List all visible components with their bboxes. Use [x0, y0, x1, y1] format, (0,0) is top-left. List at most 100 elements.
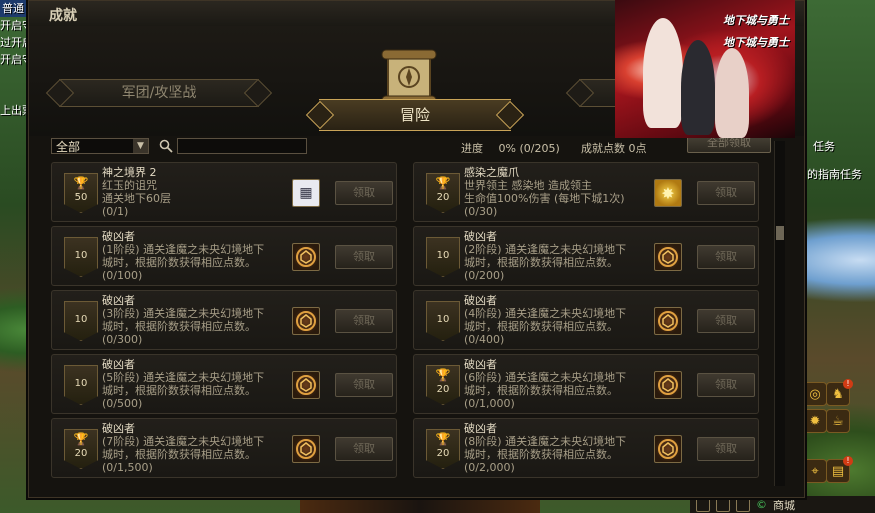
achievement-progress-count: (0/500) [102, 397, 143, 410]
points-badge: 10 [64, 365, 98, 405]
badge-points: 20 [436, 448, 450, 459]
achievement-description: 世界领主 感染地 造成领主 生命值100%伤害 (每地下城1次) [464, 179, 625, 205]
seal-item-icon[interactable] [654, 307, 682, 335]
badge-points: 10 [74, 250, 88, 261]
banner-character-figure [643, 18, 683, 128]
scroll-emblem-icon [381, 49, 437, 106]
achievement-description: (7阶段) 通关逢魔之未央幻境地下 城时，根据阶数获得相应点数。 [102, 435, 265, 461]
filter-row: 全部 ▼ 进度 0% (0/205) 成就点数 0点 全部领取 [51, 133, 794, 156]
badge-points: 10 [74, 314, 88, 325]
claim-button[interactable]: 领取 [697, 437, 755, 461]
badge-points: 10 [74, 378, 88, 389]
achievement-title: 破凶者 [464, 358, 497, 371]
achievement-description: (5阶段) 通关逢魔之未央幻境地下 城时，根据阶数获得相应点数。 [102, 371, 265, 397]
achievement-text: 破凶者 (1阶段) 通关逢魔之未央幻境地下 城时，根据阶数获得相应点数。 (0/10… [102, 230, 302, 282]
achievement-progress-count: (0/100) [102, 269, 143, 282]
menu-bag-icon[interactable] [736, 497, 750, 512]
achievement-title: 破凶者 [102, 422, 135, 435]
achievement-progress-count: (0/1) [102, 205, 129, 218]
achievement-progress-count: (0/400) [464, 333, 505, 346]
achievement-card: 10 破凶者 (3阶段) 通关逢魔之未央幻境地下 城时，根据阶数获得相应点数。 (0/… [51, 290, 397, 350]
banner-logo-secondary: 地下城与勇士 [723, 36, 789, 49]
achievement-text: 神之境界 2 红玉的诅咒 通关地下60层 (0/1) [102, 166, 302, 218]
achievement-card: 10 破凶者 (5阶段) 通关逢魔之未央幻境地下 城时，根据阶数获得相应点数。 (0/… [51, 354, 397, 414]
chevron-down-icon[interactable]: ▼ [133, 139, 148, 153]
achievement-description: (1阶段) 通关逢魔之未央幻境地下 城时，根据阶数获得相应点数。 [102, 243, 265, 269]
chat-channel-label[interactable]: 普通 [0, 0, 26, 17]
claim-button[interactable]: 领取 [697, 181, 755, 205]
card-item-icon[interactable]: ▦ [292, 179, 320, 207]
tab-legion-siege[interactable]: 军团/攻坚战 [59, 79, 259, 107]
cup-icon[interactable]: ☕ [826, 409, 850, 433]
skill-hotbar[interactable] [300, 496, 540, 513]
achievement-title: 破凶者 [464, 294, 497, 307]
badge-points: 20 [436, 384, 450, 395]
claim-button[interactable]: 领取 [697, 245, 755, 269]
trophy-icon: 🏆 [73, 176, 89, 190]
mall-label[interactable]: 商城 [773, 497, 795, 513]
achievement-title: 破凶者 [464, 422, 497, 435]
achievement-text: 破凶者 (6阶段) 通关逢魔之未央幻境地下 城时，根据阶数获得相应点数。 (0/1,… [464, 358, 664, 410]
trophy-icon: 🏆 [73, 432, 89, 446]
category-filter-value: 全部 [56, 140, 81, 154]
quest-book-icon[interactable]: ▤! [826, 456, 853, 483]
badge-points: 10 [436, 314, 450, 325]
menu-grid-icon[interactable] [696, 497, 710, 512]
menu-list-icon[interactable] [716, 497, 730, 512]
achievement-list: 🏆 50 神之境界 2 红玉的诅咒 通关地下60层 (0/1) ▦ 领取 🏆 20 感染之魔爪 世界… [51, 159, 767, 481]
map-pin-icon[interactable]: ⌖ [803, 459, 827, 483]
badge-points: 10 [436, 250, 450, 261]
points-badge: 10 [426, 301, 460, 341]
points-badge: 10 [64, 237, 98, 277]
badge-points: 20 [74, 448, 88, 459]
achievement-description: (8阶段) 通关逢魔之未央幻境地下 城时，根据阶数获得相应点数。 [464, 435, 627, 461]
search-input[interactable] [177, 138, 307, 154]
claim-button[interactable]: 领取 [697, 309, 755, 333]
category-filter-select[interactable]: 全部 ▼ [51, 138, 149, 154]
points-label: 成就点数 [581, 142, 625, 155]
seal-item-icon[interactable] [654, 435, 682, 463]
gold-item-icon[interactable]: ✸ [654, 179, 682, 207]
claim-button[interactable]: 领取 [697, 373, 755, 397]
progress-value: 0% (0/205) [498, 142, 560, 155]
seal-item-icon[interactable] [292, 371, 320, 399]
quest-tracker-line[interactable]: 任务 [805, 136, 875, 158]
claim-button[interactable]: 领取 [335, 181, 393, 205]
points-badge: 🏆 20 [426, 365, 460, 405]
achievement-text: 破凶者 (3阶段) 通关逢魔之未央幻境地下 城时，根据阶数获得相应点数。 (0/30… [102, 294, 302, 346]
claim-button[interactable]: 领取 [335, 309, 393, 333]
seal-item-icon[interactable] [292, 307, 320, 335]
progress-indicator: 进度 0% (0/205) [461, 140, 560, 156]
promo-banner[interactable]: 地下城与勇士 地下城与勇士 [615, 0, 795, 138]
tab-label: 军团/攻坚战 [121, 85, 197, 101]
achievement-card: 🏆 50 神之境界 2 红玉的诅咒 通关地下60层 (0/1) ▦ 领取 [51, 162, 397, 222]
achievement-title: 破凶者 [102, 230, 135, 243]
achievement-text: 破凶者 (7阶段) 通关逢魔之未央幻境地下 城时，根据阶数获得相应点数。 (0/1,… [102, 422, 302, 474]
tab-label: 冒险 [399, 106, 430, 124]
quest-tracker-line[interactable]: 的指南任务 [805, 164, 875, 186]
banner-character-figure [681, 40, 715, 135]
gear-settings-icon[interactable]: ✹ [803, 409, 827, 433]
mall-icon[interactable]: © [756, 498, 767, 511]
seal-item-icon[interactable] [654, 243, 682, 271]
achievement-progress-count: (0/200) [464, 269, 505, 282]
seal-item-icon[interactable] [292, 243, 320, 271]
search-icon[interactable] [159, 139, 173, 153]
coin-shop-icon[interactable]: ◎ [803, 382, 827, 406]
achievement-text: 破凶者 (4阶段) 通关逢魔之未央幻境地下 城时，根据阶数获得相应点数。 (0/40… [464, 294, 664, 346]
achievement-description: 红玉的诅咒 通关地下60层 [102, 179, 171, 205]
claim-button[interactable]: 领取 [335, 437, 393, 461]
seal-item-icon[interactable] [654, 371, 682, 399]
list-scrollbar[interactable] [774, 141, 785, 486]
points-badge: 🏆 20 [64, 429, 98, 469]
claim-button[interactable]: 领取 [335, 245, 393, 269]
points-badge: 🏆 20 [426, 429, 460, 469]
seal-item-icon[interactable] [292, 435, 320, 463]
window-title: 成就 [49, 8, 77, 24]
achievement-description: (3阶段) 通关逢魔之未央幻境地下 城时，根据阶数获得相应点数。 [102, 307, 265, 333]
achievement-progress-count: (0/300) [102, 333, 143, 346]
claim-button[interactable]: 领取 [335, 373, 393, 397]
tab-adventure[interactable]: 冒险 [319, 99, 511, 131]
scrollbar-thumb[interactable] [776, 226, 784, 240]
character-alert-icon[interactable]: ♞! [826, 379, 853, 406]
